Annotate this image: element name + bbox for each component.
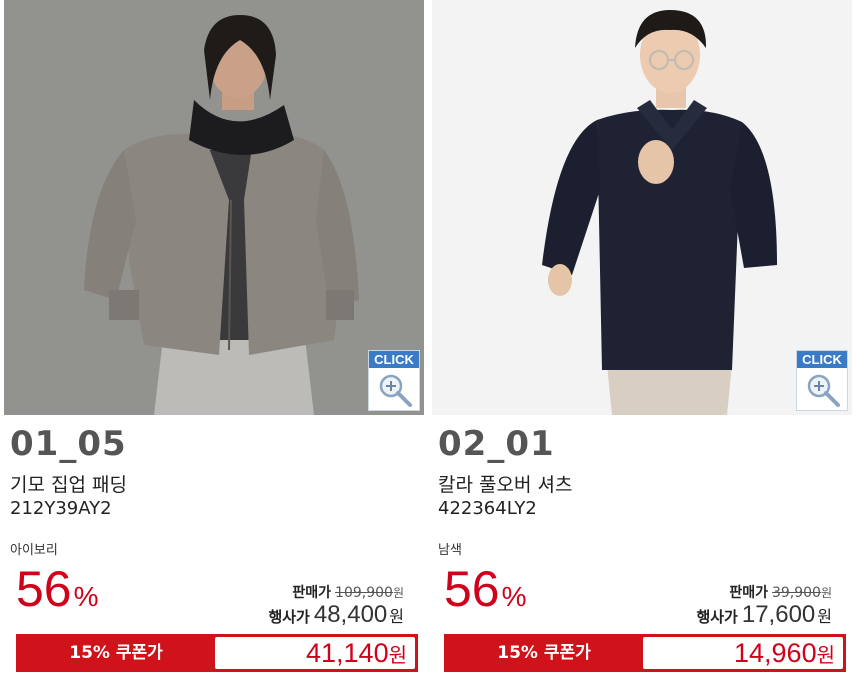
product-color: 남색 [438,543,462,558]
coupon-price-bar: 15% 쿠폰가 14,960원 [444,634,846,672]
discount-value: 56 [16,561,72,617]
original-price-value: 109,900 [335,585,393,601]
product-card[interactable]: CLICK 01_05 기모 집업 패딩 212Y39AY2 아이보리 56% … [4,0,424,674]
coupon-price-unit: 원 [816,643,835,667]
product-photo[interactable]: CLICK [432,0,852,415]
product-code: 212Y39AY2 [10,498,112,519]
original-price-label: 판매가 [292,585,332,601]
magnifier-icon [379,374,412,407]
sale-price-label: 행사가 [268,608,310,626]
sale-price-unit: 원 [817,607,832,626]
discount-rate: 56% [444,560,527,618]
sale-price: 행사가 17,600 원 [696,601,832,629]
magnifier-icon [807,374,840,407]
product-photo[interactable]: CLICK [4,0,424,415]
sale-price-unit: 원 [389,607,404,626]
coupon-price-bar: 15% 쿠폰가 41,140원 [16,634,418,672]
product-number: 02_01 [438,424,555,464]
zoom-button[interactable]: CLICK [796,350,848,411]
product-card[interactable]: CLICK 02_01 칼라 풀오버 셔츠 422364LY2 남색 56% 판… [432,0,852,674]
zoom-button[interactable]: CLICK [368,350,420,411]
discount-value: 56 [444,561,500,617]
original-price: 판매가 39,900원 [729,582,832,602]
coupon-label: 15% 쿠폰가 [497,643,591,663]
original-price: 판매가 109,900원 [292,582,404,602]
sale-price-value: 48,400 [313,601,388,628]
original-price-unit: 원 [820,586,832,600]
sale-price: 행사가 48,400 원 [268,601,404,629]
coupon-price-value: 14,960 [734,638,817,668]
product-name[interactable]: 칼라 풀오버 셔츠 [438,470,572,497]
product-name[interactable]: 기모 집업 패딩 [10,470,127,497]
click-label: CLICK [369,351,419,368]
coupon-price-value: 41,140 [306,638,389,668]
coupon-price-box: 41,140원 [215,637,415,669]
product-color: 아이보리 [10,543,58,558]
discount-rate: 56% [16,560,99,618]
discount-unit: % [501,581,527,612]
original-price-value: 39,900 [771,585,821,601]
click-label: CLICK [797,351,847,368]
discount-unit: % [73,581,99,612]
coupon-price-box: 14,960원 [643,637,843,669]
product-number: 01_05 [10,424,127,464]
product-code: 422364LY2 [438,498,537,519]
original-price-unit: 원 [392,586,404,600]
sale-price-value: 17,600 [741,601,816,628]
coupon-label: 15% 쿠폰가 [69,643,163,663]
original-price-label: 판매가 [729,585,768,601]
sale-price-label: 행사가 [696,608,738,626]
coupon-price-unit: 원 [388,643,407,667]
